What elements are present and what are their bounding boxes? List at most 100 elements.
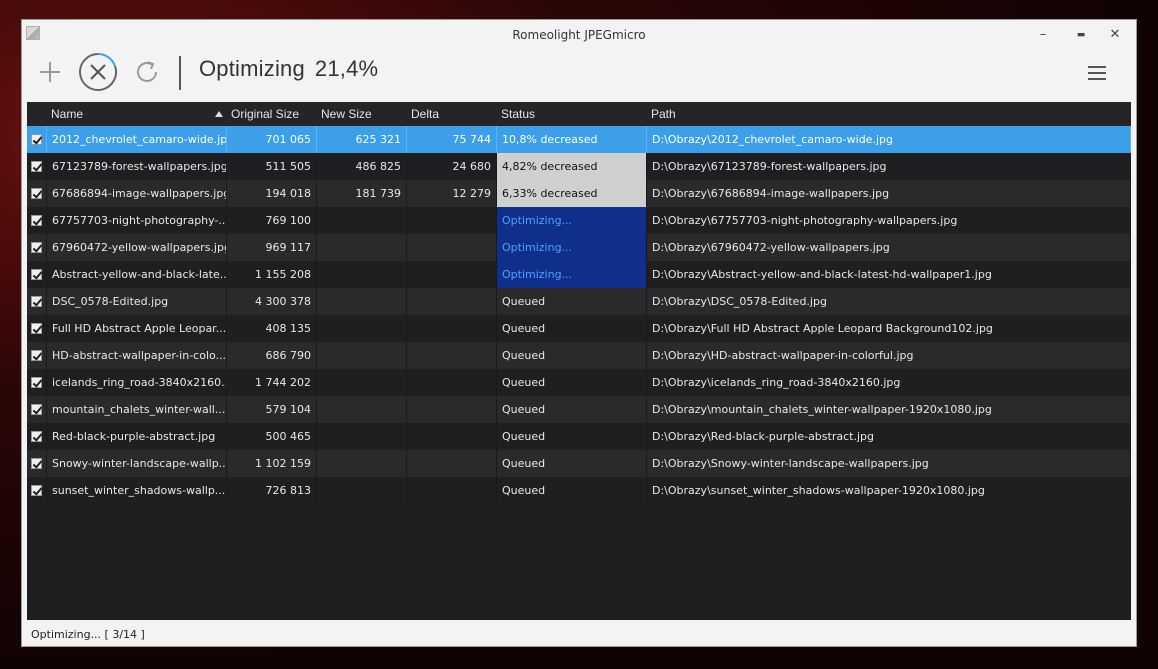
- cell-delta: [407, 261, 497, 288]
- cell-original-size: 579 104: [227, 396, 317, 423]
- cell-name: 67960472-yellow-wallpapers.jpg: [47, 234, 227, 261]
- cell-checkbox: [27, 153, 47, 180]
- cell-status: Queued: [497, 396, 647, 423]
- maximize-button[interactable]: ▬: [1069, 26, 1093, 44]
- cell-delta: [407, 477, 497, 504]
- table-row[interactable]: 67686894-image-wallpapers.jpg 194 018 181 …: [27, 180, 1131, 207]
- toolbar: Optimizing 21,4%: [22, 50, 1136, 102]
- row-checkbox[interactable]: [31, 269, 42, 280]
- cell-path: D:\Obrazy\2012_chevrolet_camaro-wide.jpg: [647, 126, 1131, 153]
- row-checkbox[interactable]: [31, 404, 42, 415]
- cell-status: Optimizing...: [497, 234, 647, 261]
- table-row[interactable]: 67123789-forest-wallpapers.jpg 511 505 486…: [27, 153, 1131, 180]
- table-row[interactable]: sunset_winter_shadows-wallp... 726 813 Que…: [27, 477, 1131, 504]
- cell-new-size: [317, 315, 407, 342]
- row-checkbox[interactable]: [31, 323, 42, 334]
- row-checkbox[interactable]: [31, 350, 42, 361]
- row-checkbox[interactable]: [31, 188, 42, 199]
- cell-delta: 12 279: [407, 180, 497, 207]
- column-header-delta[interactable]: Delta: [407, 102, 497, 126]
- cell-path: D:\Obrazy\67686894-image-wallpapers.jpg: [647, 180, 1131, 207]
- cell-status: Queued: [497, 288, 647, 315]
- column-header-name[interactable]: Name: [47, 102, 227, 126]
- sort-ascending-icon: [215, 111, 223, 117]
- cell-new-size: [317, 234, 407, 261]
- cell-new-size: 625 321: [317, 126, 407, 153]
- cell-status: Queued: [497, 423, 647, 450]
- row-checkbox[interactable]: [31, 431, 42, 442]
- toolbar-separator: [179, 56, 181, 90]
- row-checkbox[interactable]: [31, 485, 42, 496]
- table-row[interactable]: Abstract-yellow-and-black-late... 1 155 2…: [27, 261, 1131, 288]
- cell-original-size: 511 505: [227, 153, 317, 180]
- cell-name: icelands_ring_road-3840x2160....: [47, 369, 227, 396]
- cell-checkbox: [27, 126, 47, 153]
- cell-name: Abstract-yellow-and-black-late...: [47, 261, 227, 288]
- row-checkbox[interactable]: [31, 242, 42, 253]
- cell-checkbox: [27, 477, 47, 504]
- cell-new-size: [317, 261, 407, 288]
- row-checkbox[interactable]: [31, 161, 42, 172]
- cell-delta: 75 744: [407, 126, 497, 153]
- cell-new-size: [317, 207, 407, 234]
- refresh-icon[interactable]: [134, 59, 160, 85]
- cell-delta: 24 680: [407, 153, 497, 180]
- table-row[interactable]: HD-abstract-wallpaper-in-colo... 686 790 Q…: [27, 342, 1131, 369]
- cell-name: DSC_0578-Edited.jpg: [47, 288, 227, 315]
- cell-new-size: [317, 423, 407, 450]
- cell-path: D:\Obrazy\Abstract-yellow-and-black-late…: [647, 261, 1131, 288]
- cell-name: Snowy-winter-landscape-wallp...: [47, 450, 227, 477]
- cell-original-size: 194 018: [227, 180, 317, 207]
- cell-original-size: 4 300 378: [227, 288, 317, 315]
- table-row[interactable]: 67757703-night-photography-... 769 100 Opt…: [27, 207, 1131, 234]
- cell-original-size: 726 813: [227, 477, 317, 504]
- table-row[interactable]: Full HD Abstract Apple Leopar... 408 135 Q…: [27, 315, 1131, 342]
- cell-original-size: 1 744 202: [227, 369, 317, 396]
- minimize-button[interactable]: –: [1031, 26, 1055, 44]
- title-bar[interactable]: Romeolight JPEGmicro – ▬ ✕: [22, 20, 1136, 50]
- app-window: Romeolight JPEGmicro – ▬ ✕ Optimizing 21,…: [21, 19, 1137, 647]
- cell-new-size: [317, 396, 407, 423]
- cell-status: Queued: [497, 315, 647, 342]
- table-row[interactable]: DSC_0578-Edited.jpg 4 300 378 Queued D:\Obr…: [27, 288, 1131, 315]
- column-header-original-size[interactable]: Original Size: [227, 102, 317, 126]
- row-checkbox[interactable]: [31, 215, 42, 226]
- status-label: Optimizing: [199, 56, 305, 81]
- row-checkbox[interactable]: [31, 296, 42, 307]
- cell-path: D:\Obrazy\mountain_chalets_winter-wallpa…: [647, 396, 1131, 423]
- cell-original-size: 1 155 208: [227, 261, 317, 288]
- cell-original-size: 701 065: [227, 126, 317, 153]
- grid-header: Name Original Size New Size Delta Status…: [27, 102, 1131, 126]
- table-row[interactable]: mountain_chalets_winter-wall... 579 104 Qu…: [27, 396, 1131, 423]
- cell-checkbox: [27, 207, 47, 234]
- cell-path: D:\Obrazy\icelands_ring_road-3840x2160.j…: [647, 369, 1131, 396]
- column-header-path[interactable]: Path: [647, 102, 1127, 126]
- cell-path: D:\Obrazy\Snowy-winter-landscape-wallpap…: [647, 450, 1131, 477]
- cell-path: D:\Obrazy\67123789-forest-wallpapers.jpg: [647, 153, 1131, 180]
- cell-delta: [407, 288, 497, 315]
- table-row[interactable]: 2012_chevrolet_camaro-wide.jpg 701 065 625…: [27, 126, 1131, 153]
- row-checkbox[interactable]: [31, 134, 42, 145]
- plus-icon[interactable]: [38, 60, 62, 84]
- close-button[interactable]: ✕: [1103, 26, 1127, 44]
- table-row[interactable]: Red-black-purple-abstract.jpg 500 465 Queu…: [27, 423, 1131, 450]
- hamburger-menu-icon[interactable]: [1088, 66, 1106, 80]
- cell-new-size: [317, 369, 407, 396]
- table-row[interactable]: icelands_ring_road-3840x2160.... 1 744 20…: [27, 369, 1131, 396]
- cell-delta: [407, 369, 497, 396]
- window-title: Romeolight JPEGmicro: [512, 28, 646, 42]
- row-checkbox[interactable]: [31, 458, 42, 469]
- column-header-new-size[interactable]: New Size: [317, 102, 407, 126]
- close-circle-icon[interactable]: [78, 52, 118, 92]
- cell-checkbox: [27, 396, 47, 423]
- cell-name: HD-abstract-wallpaper-in-colo...: [47, 342, 227, 369]
- file-grid: Name Original Size New Size Delta Status…: [27, 102, 1131, 620]
- column-header-status[interactable]: Status: [497, 102, 647, 126]
- table-row[interactable]: 67960472-yellow-wallpapers.jpg 969 117 Opt…: [27, 234, 1131, 261]
- cell-path: D:\Obrazy\sunset_winter_shadows-wallpape…: [647, 477, 1131, 504]
- row-checkbox[interactable]: [31, 377, 42, 388]
- cell-original-size: 408 135: [227, 315, 317, 342]
- cell-delta: [407, 423, 497, 450]
- table-row[interactable]: Snowy-winter-landscape-wallp... 1 102 159…: [27, 450, 1131, 477]
- cell-new-size: 486 825: [317, 153, 407, 180]
